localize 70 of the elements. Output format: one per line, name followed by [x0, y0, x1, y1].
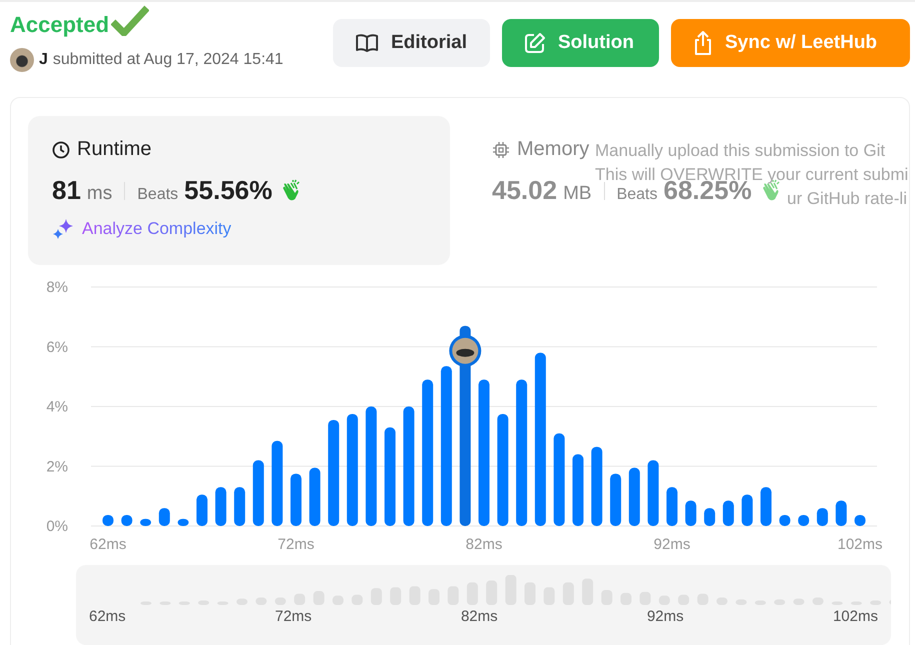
histogram-bar[interactable] — [572, 454, 584, 526]
histogram-bar[interactable] — [760, 487, 772, 526]
histogram-bar[interactable] — [722, 500, 734, 526]
histogram-bar[interactable] — [252, 460, 264, 526]
histogram-bar[interactable] — [591, 446, 602, 526]
histogram-bar[interactable] — [610, 474, 622, 526]
tooltip-text: Manually upload this submission to Git — [595, 141, 886, 160]
histogram-bar[interactable] — [779, 514, 790, 526]
beats-value: 55.56% — [184, 175, 272, 206]
tooltip-text: ur GitHub rate-li — [787, 189, 907, 208]
y-axis-label: 6% — [46, 338, 68, 356]
histogram-bar[interactable] — [158, 508, 170, 526]
histogram-bar[interactable] — [121, 514, 132, 526]
histogram-bar[interactable] — [742, 494, 753, 526]
histogram-bar[interactable] — [685, 500, 696, 526]
navigator-label: 62ms — [89, 608, 126, 625]
histogram-bar[interactable] — [102, 514, 114, 526]
x-axis-label: 82ms — [466, 536, 502, 552]
edit-icon — [524, 32, 546, 54]
histogram-bar[interactable] — [272, 440, 283, 526]
upload-icon — [693, 30, 713, 56]
histogram-bar[interactable] — [290, 474, 302, 526]
histogram-bar[interactable] — [215, 487, 226, 526]
histogram-bar[interactable] — [554, 433, 565, 526]
range-navigator[interactable]: 62ms 72ms 82ms 92ms 102ms — [76, 565, 891, 645]
histogram-bar[interactable] — [816, 508, 828, 526]
stat-title[interactable]: Memory — [517, 138, 590, 161]
histogram-bar[interactable] — [648, 460, 659, 526]
clock-icon — [52, 140, 70, 158]
histogram-bar[interactable] — [628, 468, 640, 526]
navigator-label: 92ms — [646, 608, 684, 625]
sparkle-icon — [52, 218, 74, 240]
chip-icon — [492, 140, 510, 158]
x-axis-label: 62ms — [90, 536, 126, 552]
navigator-label: 72ms — [274, 608, 312, 625]
avatar-icon — [10, 48, 34, 72]
navigator-label: 102ms — [832, 608, 878, 625]
book-icon — [355, 33, 379, 53]
histogram-bar[interactable] — [704, 508, 716, 526]
y-axis-label: 2% — [46, 458, 68, 476]
y-axis-label: 0% — [46, 518, 68, 535]
beats-label: Beats — [137, 186, 178, 204]
y-axis-label: 4% — [46, 398, 68, 416]
beats-label: Beats — [616, 186, 658, 204]
histogram-bar[interactable] — [178, 518, 189, 526]
histogram-bar[interactable] — [140, 518, 152, 526]
user-name[interactable]: J — [39, 51, 48, 69]
stat-title: Runtime — [77, 138, 152, 161]
histogram-bar[interactable] — [196, 494, 208, 526]
editorial-button[interactable]: Editorial — [333, 19, 490, 67]
x-axis-label: 72ms — [278, 536, 314, 552]
runtime-card[interactable]: Runtime 81 ms Beats 55.56% Analyze Complexity — [28, 116, 450, 265]
navigator-label: 82ms — [460, 608, 498, 625]
y-axis-label: 8% — [46, 279, 68, 296]
histogram-bar[interactable] — [836, 500, 847, 526]
status-text: Accepted — [10, 12, 110, 38]
stat-value: 81 — [52, 175, 81, 206]
x-axis-label: 102ms — [837, 536, 883, 552]
stat-unit: ms — [86, 183, 112, 205]
x-axis-label: 92ms — [654, 536, 690, 552]
histogram-bar[interactable] — [309, 468, 320, 526]
check-icon — [111, 4, 150, 36]
stat-unit: MB — [563, 183, 592, 205]
histogram-bar[interactable] — [854, 514, 866, 526]
histogram-bar[interactable] — [666, 487, 678, 526]
avatar-marker-icon — [449, 334, 482, 367]
submitted-text: submitted at Aug 17, 2024 15:41 — [52, 51, 284, 69]
histogram-bar[interactable] — [798, 514, 810, 526]
stat-value: 45.02 — [492, 175, 558, 206]
histogram-bar[interactable] — [234, 487, 246, 526]
